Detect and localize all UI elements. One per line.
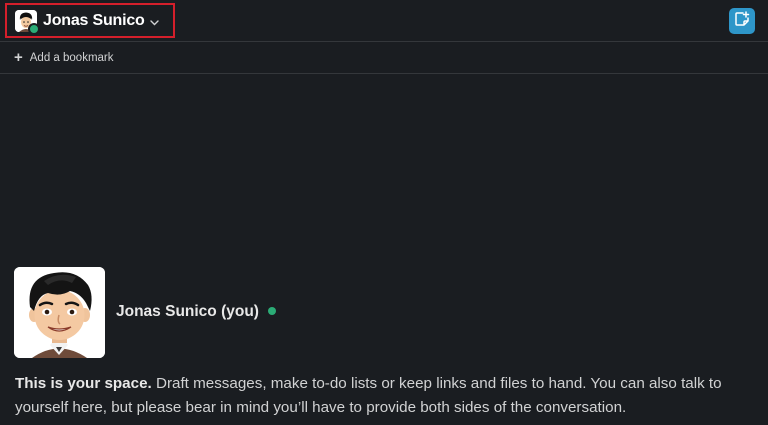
user-avatar-small	[15, 9, 40, 35]
bookmark-bar: + Add a bookmark	[0, 42, 768, 74]
user-avatar-large[interactable]	[14, 267, 105, 358]
intro-description: This is your space. Draft messages, make…	[15, 372, 755, 420]
avatar-image-large	[14, 267, 105, 358]
plus-icon: +	[14, 49, 23, 66]
channel-name: Jonas Sunico	[43, 11, 145, 29]
intro-name-row: Jonas Sunico (you)	[116, 303, 276, 321]
presence-indicator-small	[28, 22, 40, 35]
add-bookmark-button[interactable]: + Add a bookmark	[14, 50, 114, 65]
app-window: Jonas Sunico + Add a bookmark Jonas Suni…	[0, 0, 768, 425]
canvas-button[interactable]	[729, 8, 755, 34]
channel-header: Jonas Sunico	[0, 0, 768, 42]
intro-user-name[interactable]: Jonas Sunico (you)	[116, 303, 259, 321]
chevron-down-icon	[149, 13, 159, 31]
presence-indicator	[267, 307, 276, 315]
canvas-note-icon	[733, 10, 751, 33]
intro-description-bold: This is your space.	[15, 375, 152, 392]
add-bookmark-label: Add a bookmark	[29, 51, 114, 64]
channel-name-button[interactable]: Jonas Sunico	[5, 3, 175, 38]
